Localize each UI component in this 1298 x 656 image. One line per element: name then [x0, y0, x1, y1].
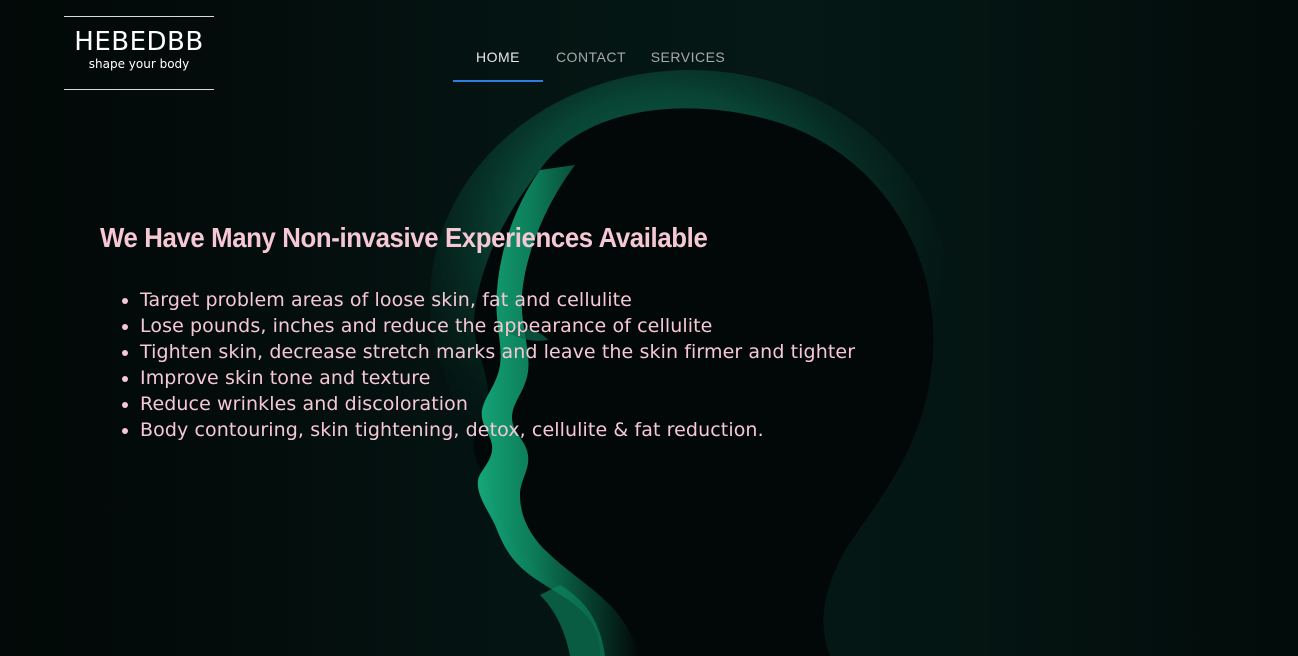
brand-name: HEBEDBB — [74, 27, 204, 57]
nav-item-contact[interactable]: CONTACT — [543, 36, 639, 82]
brand-logo[interactable]: HEBEDBB shape your body — [64, 16, 214, 90]
main-nav: HOME CONTACT SERVICES — [453, 36, 737, 82]
brand-tagline: shape your body — [88, 57, 190, 71]
page: HEBEDBB shape your body HOME CONTACT SER… — [0, 0, 1298, 656]
list-item: Lose pounds, inches and reduce the appea… — [140, 313, 855, 339]
nav-item-services[interactable]: SERVICES — [639, 36, 737, 82]
nav-item-home[interactable]: HOME — [453, 36, 543, 82]
list-item: Target problem areas of loose skin, fat … — [140, 287, 855, 313]
list-item: Improve skin tone and texture — [140, 365, 855, 391]
list-item: Body contouring, skin tightening, detox,… — [140, 417, 855, 443]
benefits-list: Target problem areas of loose skin, fat … — [122, 287, 855, 443]
list-item: Tighten skin, decrease stretch marks and… — [140, 339, 855, 365]
list-item: Reduce wrinkles and discoloration — [140, 391, 855, 417]
hero-headline: We Have Many Non-invasive Experiences Av… — [100, 222, 708, 253]
